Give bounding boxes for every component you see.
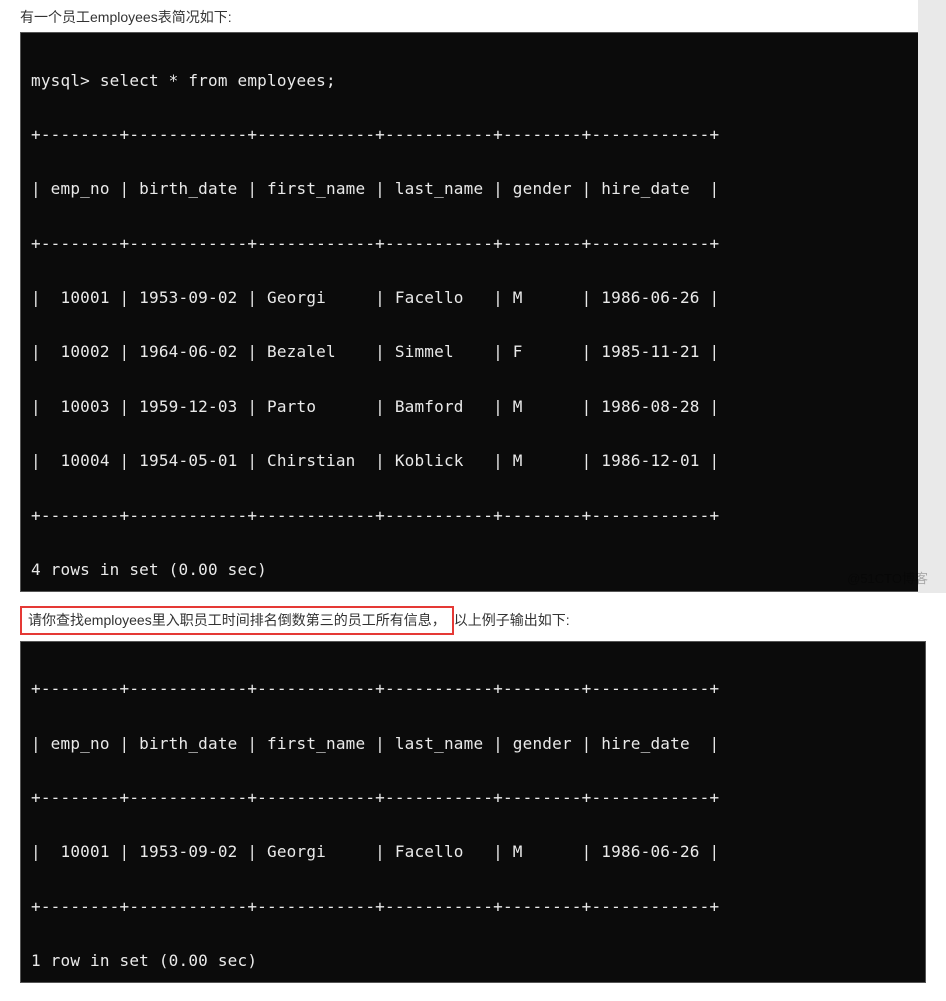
table-divider: +--------+------------+------------+----… [31, 121, 915, 148]
table-divider: +--------+------------+------------+----… [31, 230, 915, 257]
table-divider: +--------+------------+------------+----… [31, 893, 915, 920]
watermark-text: @51CTO博客 [847, 568, 928, 587]
table-divider: +--------+------------+------------+----… [31, 675, 915, 702]
terminal-output-2: +--------+------------+------------+----… [20, 641, 926, 983]
table-header: | emp_no | birth_date | first_name | las… [31, 730, 915, 757]
table-row: | 10002 | 1964-06-02 | Bezalel | Simmel … [31, 338, 915, 365]
table-header: | emp_no | birth_date | first_name | las… [31, 175, 915, 202]
result-footer: 4 rows in set (0.00 sec) [31, 556, 915, 583]
table-row: | 10004 | 1954-05-01 | Chirstian | Kobli… [31, 447, 915, 474]
table-row: | 10003 | 1959-12-03 | Parto | Bamford |… [31, 393, 915, 420]
result-footer: 1 row in set (0.00 sec) [31, 947, 915, 974]
question-line: 请你查找employees里入职员工时间排名倒数第三的员工所有信息，以上例子输出… [20, 600, 926, 637]
table-row: | 10001 | 1953-09-02 | Georgi | Facello … [31, 284, 915, 311]
question-suffix: 以上例子输出如下: [454, 612, 570, 628]
table-divider: +--------+------------+------------+----… [31, 502, 915, 529]
table-row: | 10001 | 1953-09-02 | Georgi | Facello … [31, 838, 915, 865]
content-area: 有一个员工employees表简况如下: mysql> select * fro… [0, 0, 946, 1001]
terminal-output-1: mysql> select * from employees; +-------… [20, 32, 926, 592]
question-highlight: 请你查找employees里入职员工时间排名倒数第三的员工所有信息， [20, 606, 454, 635]
intro-text: 有一个员工employees表简况如下: [20, 6, 926, 28]
side-panel [918, 0, 946, 593]
sql-command: mysql> select * from employees; [31, 67, 915, 94]
table-divider: +--------+------------+------------+----… [31, 784, 915, 811]
